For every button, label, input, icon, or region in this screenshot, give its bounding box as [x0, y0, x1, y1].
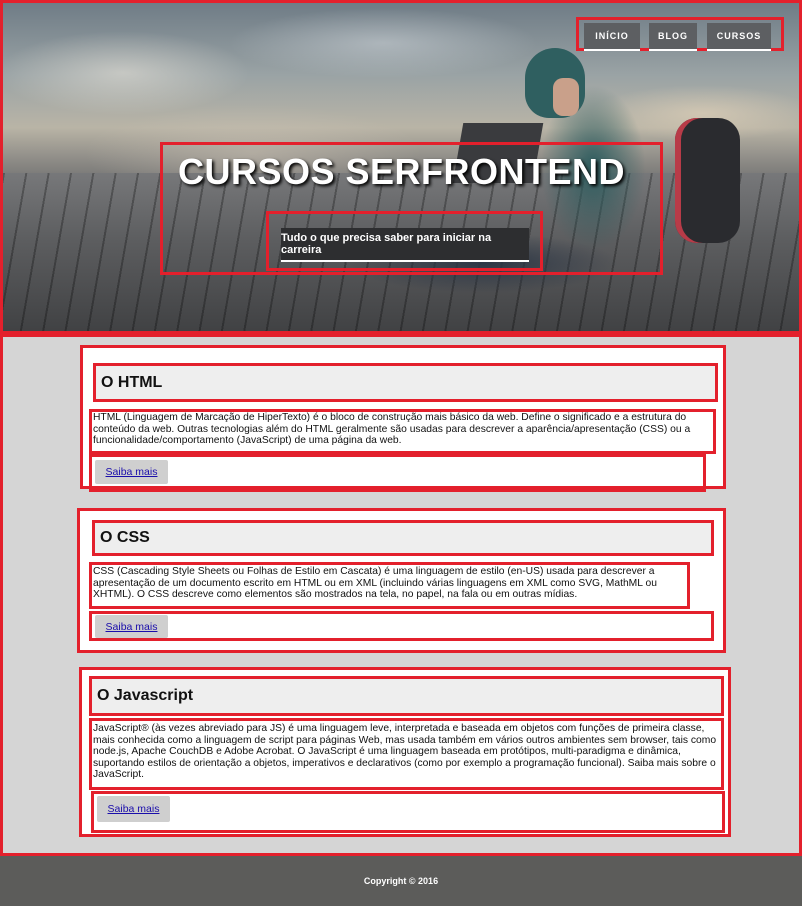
main-content: O HTML HTML (Linguagem de Marcação de Hi… — [0, 334, 802, 856]
card-description: CSS (Cascading Style Sheets ou Folhas de… — [89, 562, 690, 609]
nav-item-blog[interactable]: BLOG — [649, 23, 697, 51]
card-footer: Saiba mais — [89, 454, 706, 492]
saiba-mais-button[interactable]: Saiba mais — [97, 796, 170, 822]
card-footer: Saiba mais — [89, 611, 714, 641]
card-title: O Javascript — [89, 676, 724, 716]
footer-copyright: Copyright © 2016 — [363, 876, 439, 886]
hero-person-face — [553, 78, 579, 116]
nav-item-cursos[interactable]: CURSOS — [707, 23, 771, 51]
card-description: JavaScript® (às vezes abreviado para JS)… — [89, 718, 724, 790]
top-navigation: INÍCIO BLOG CURSOS — [576, 17, 784, 51]
page-footer: Copyright © 2016 — [0, 856, 802, 906]
card-html: O HTML HTML (Linguagem de Marcação de Hi… — [80, 345, 726, 492]
saiba-mais-button[interactable]: Saiba mais — [95, 460, 168, 484]
nav-item-inicio[interactable]: INÍCIO — [584, 23, 640, 51]
card-title: O HTML — [93, 363, 718, 402]
card-css: O CSS CSS (Cascading Style Sheets ou Fol… — [77, 508, 726, 653]
saiba-mais-button[interactable]: Saiba mais — [95, 615, 168, 638]
hero-title: CURSOS SERFRONTEND — [178, 151, 626, 192]
hero-subtitle-wrapper: Tudo o que precisa saber para iniciar na… — [266, 211, 543, 271]
hero-backpack — [675, 118, 740, 243]
hero-content: CURSOS SERFRONTEND Tudo o que precisa sa… — [160, 142, 663, 275]
card-title: O CSS — [92, 520, 714, 556]
hero-subtitle-button[interactable]: Tudo o que precisa saber para iniciar na… — [281, 228, 529, 262]
hero-banner: INÍCIO BLOG CURSOS CURSOS SERFRONTEND Tu… — [0, 0, 802, 334]
card-footer: Saiba mais — [91, 791, 725, 833]
card-javascript: O Javascript JavaScript® (às vezes abrev… — [79, 667, 731, 837]
card-description: HTML (Linguagem de Marcação de HiperText… — [89, 409, 716, 454]
